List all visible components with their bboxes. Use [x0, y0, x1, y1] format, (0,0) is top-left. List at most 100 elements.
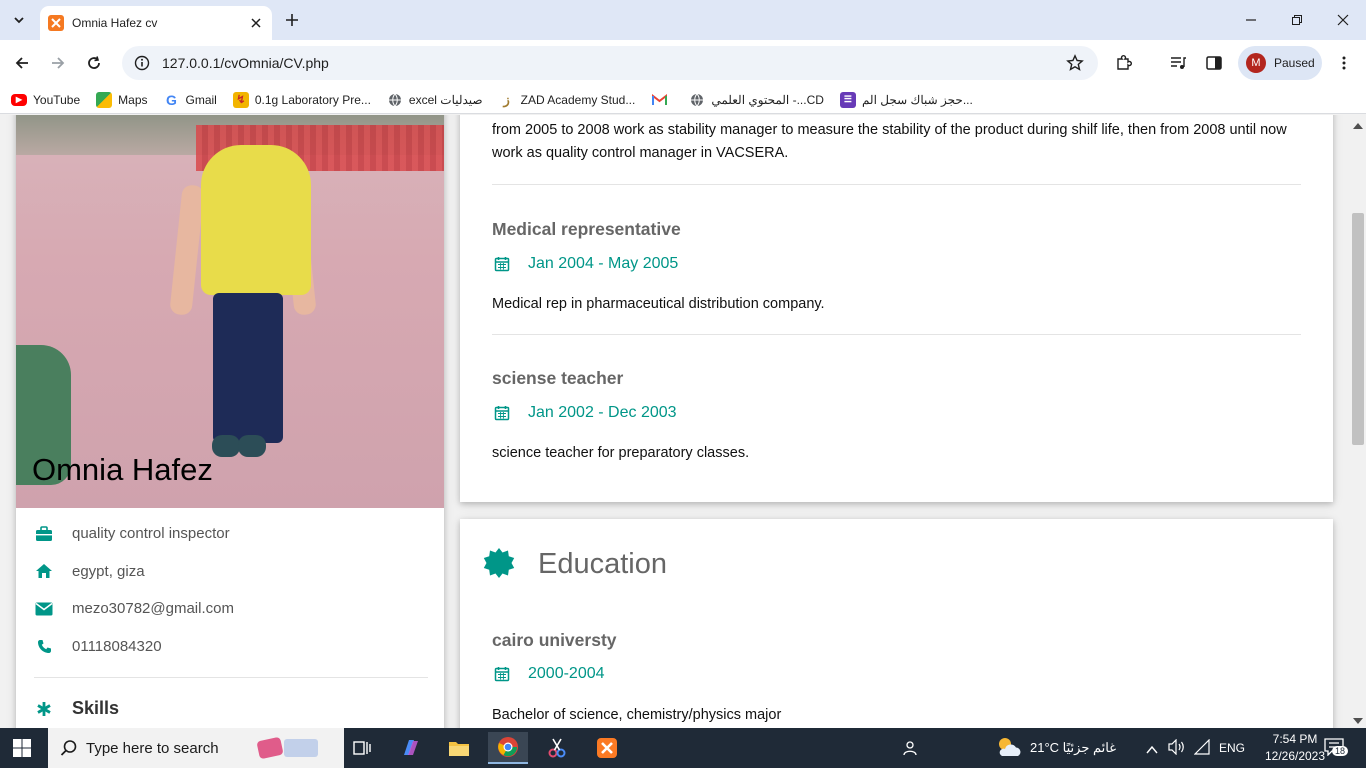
playlist-icon [1171, 57, 1186, 69]
network-icon[interactable] [1193, 738, 1210, 760]
divider [492, 184, 1301, 185]
copilot-icon [404, 740, 418, 755]
profile-card: Omnia Hafez quality control inspector eg… [16, 115, 444, 728]
search-highlight-icon [256, 734, 324, 762]
browser-toolbar: 127.0.0.1/cvOmnia/CV.php M Paused [0, 40, 1366, 86]
chevron-up-icon[interactable] [1146, 742, 1158, 760]
bookmarks-bar: ▶ YouTube Maps G Gmail ↯ 0.1g Laboratory… [0, 86, 1366, 114]
taskbar-search[interactable]: Type here to search [48, 728, 344, 768]
bookmark-laboratory[interactable]: ↯ 0.1g Laboratory Pre... [232, 91, 371, 108]
school-date-text: 2000-2004 [528, 665, 605, 682]
divider [492, 334, 1301, 335]
menu-button[interactable] [1332, 51, 1356, 75]
job-title: sciense teacher [492, 368, 624, 388]
bookmark-youtube[interactable]: ▶ YouTube [11, 93, 80, 107]
start-button[interactable] [12, 738, 32, 763]
forms-icon: ☰ [839, 91, 856, 108]
profile-name: Omnia Hafez [32, 452, 213, 487]
envelope-icon [34, 599, 54, 619]
site-info-icon[interactable] [134, 55, 150, 71]
weather-text[interactable]: 21°C غائم جزئيًا [1030, 740, 1116, 756]
task-view-icon [353, 741, 371, 755]
divider [34, 677, 428, 678]
forward-button[interactable] [46, 51, 70, 75]
maps-icon [96, 91, 113, 108]
calendar-icon [492, 256, 512, 272]
media-control-button[interactable] [1166, 51, 1190, 75]
xampp-icon [48, 15, 64, 31]
url-text: 127.0.0.1/cvOmnia/CV.php [162, 55, 329, 71]
task-view-button[interactable] [341, 732, 381, 764]
info-email: mezo30782@gmail.com [34, 590, 428, 628]
close-tab-icon[interactable] [248, 15, 264, 31]
volume-icon[interactable] [1168, 738, 1186, 760]
close-window-button[interactable] [1331, 8, 1355, 32]
snipping-tool-button[interactable] [537, 732, 577, 764]
bookmark-excel-pharmacies[interactable]: excel صيدليات [387, 92, 483, 108]
people-icon [903, 741, 917, 756]
lab-icon: ↯ [232, 91, 249, 108]
globe-icon [387, 92, 403, 108]
people-button[interactable] [890, 732, 930, 764]
zad-icon: ز [503, 91, 510, 107]
notification-count: 18 [1332, 746, 1349, 756]
file-explorer-button[interactable] [439, 732, 479, 764]
extensions-button[interactable] [1112, 51, 1136, 75]
language-indicator[interactable]: ENG [1219, 741, 1245, 755]
bookmark-gmail-mail[interactable] [651, 92, 673, 108]
side-panel-icon [1206, 56, 1222, 70]
profile-status: Paused [1274, 56, 1315, 70]
profile-photo: Omnia Hafez [16, 115, 444, 508]
bookmark-gmail[interactable]: G Gmail [164, 92, 217, 108]
minimize-icon [1246, 19, 1256, 21]
copilot-button[interactable] [391, 732, 431, 764]
scrollbar-thumb[interactable] [1352, 213, 1364, 445]
home-icon [34, 561, 54, 581]
chevron-down-icon [14, 17, 24, 24]
job-title: Medical representative [492, 219, 681, 239]
school-date: 2000-2004 [492, 665, 605, 683]
job-date-text: Jan 2004 - May 2005 [528, 255, 679, 272]
gmail-icon [651, 92, 667, 108]
calendar-icon [492, 666, 512, 682]
reload-button[interactable] [82, 51, 106, 75]
tab-search-button[interactable] [6, 7, 32, 33]
address-bar[interactable]: 127.0.0.1/cvOmnia/CV.php [122, 46, 1098, 80]
chrome-taskbar-button[interactable] [488, 732, 528, 764]
experience-card: from 2005 to 2008 work as stability mana… [460, 115, 1333, 502]
minimize-button[interactable] [1239, 8, 1263, 32]
job-text: quality control inspector [72, 525, 230, 543]
asterisk-icon [34, 701, 54, 717]
notification-icon[interactable]: 18 [1324, 738, 1350, 760]
globe-icon [689, 92, 705, 108]
bookmark-booking-form[interactable]: ☰ حجز شباك سجل الم... [839, 91, 973, 108]
info-phone: 01118084320 [34, 628, 428, 666]
restore-button[interactable] [1285, 8, 1309, 32]
weather-icon[interactable] [996, 736, 1022, 760]
school-desc: Bachelor of science, chemistry/physics m… [492, 707, 782, 723]
scroll-down-icon[interactable] [1353, 718, 1363, 724]
page-viewport: Omnia Hafez quality control inspector eg… [0, 115, 1350, 728]
bookmark-scientific-content[interactable]: المحتوي العلمي -...CD [689, 92, 824, 108]
browser-tab[interactable]: Omnia Hafez cv [40, 6, 272, 40]
forward-arrow-icon [52, 57, 65, 69]
bookmark-maps[interactable]: Maps [96, 91, 148, 108]
xampp-taskbar-button[interactable] [587, 732, 627, 764]
back-button[interactable] [10, 51, 34, 75]
job-desc: Medical rep in pharmaceutical distributi… [492, 296, 825, 312]
folder-icon [449, 742, 469, 756]
profile-button[interactable]: M Paused [1238, 46, 1322, 80]
search-icon [60, 740, 77, 756]
clock-time[interactable]: 7:54 PM [1261, 732, 1329, 746]
bookmark-star-icon[interactable] [1066, 54, 1084, 72]
new-tab-button[interactable] [282, 10, 302, 30]
contact-info: quality control inspector egypt, giza me… [34, 515, 428, 719]
phone-text: 01118084320 [72, 637, 162, 655]
bookmark-zad-academy[interactable]: ز ZAD Academy Stud... [499, 91, 635, 108]
reload-icon [88, 56, 100, 69]
page-scrollbar[interactable] [1350, 115, 1366, 728]
side-panel-button[interactable] [1202, 51, 1226, 75]
scroll-up-icon[interactable] [1353, 123, 1363, 129]
tab-strip: Omnia Hafez cv [0, 0, 1366, 40]
avatar: M [1246, 53, 1266, 73]
